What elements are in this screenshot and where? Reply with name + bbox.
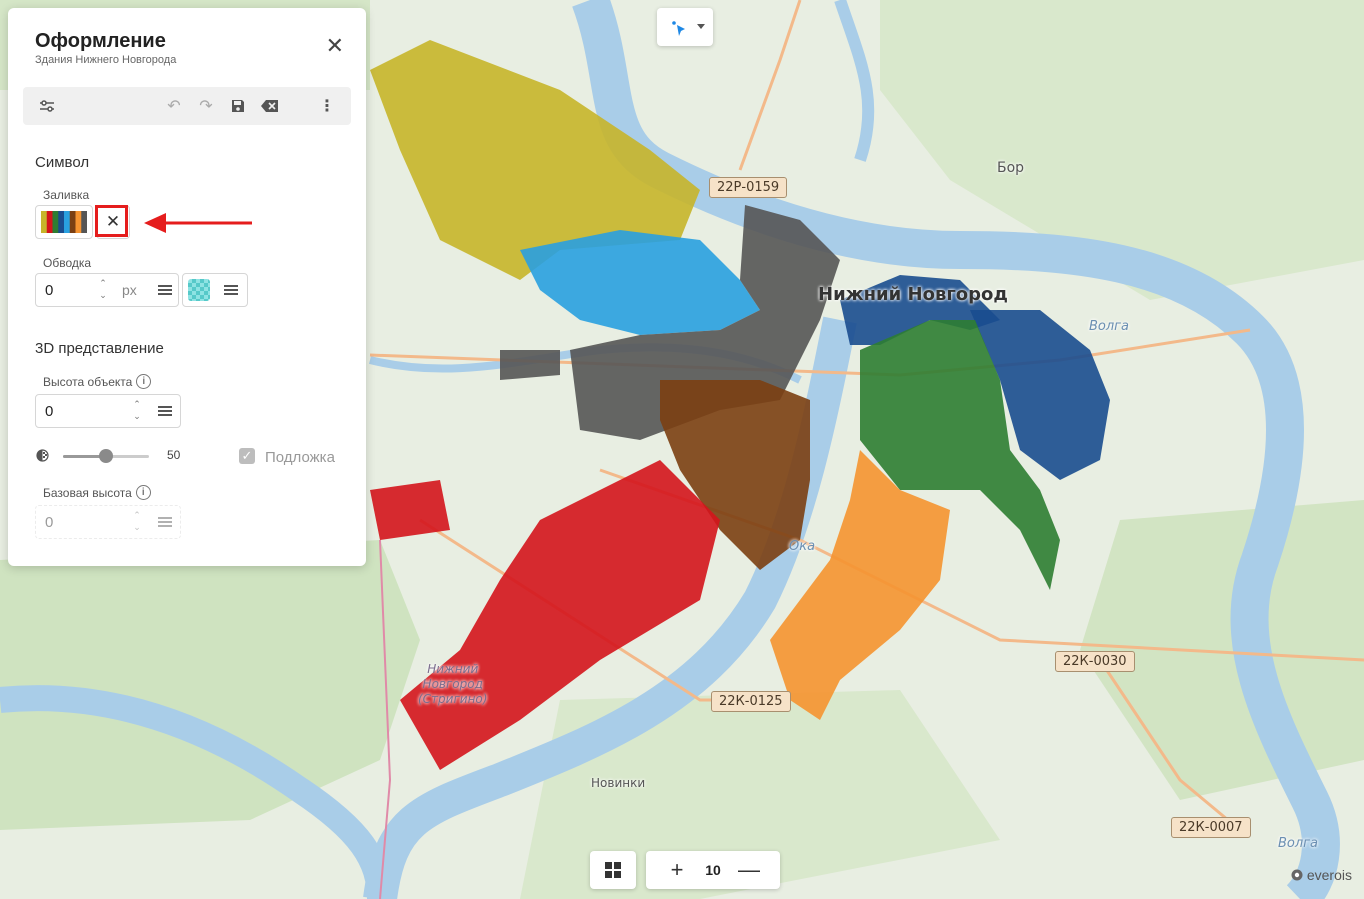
map-label-oka: Ока [789, 539, 816, 554]
list-icon[interactable] [224, 285, 238, 297]
grid-icon [605, 862, 621, 878]
road-shield: 22К-0007 [1171, 817, 1251, 838]
road-shield: 22К-0030 [1055, 651, 1135, 672]
road-shield: 22Р-0159 [709, 177, 788, 198]
selection-arrow-icon [672, 21, 705, 36]
base-height-label-text: Базовая высота [43, 485, 132, 500]
redo-icon[interactable]: ↷ [196, 96, 216, 116]
stroke-label: Обводка [43, 256, 92, 270]
brand-logo: everois [1291, 867, 1352, 883]
panel-subtitle: Здания Нижнего Новгорода [35, 54, 177, 66]
layers-grid-button[interactable] [590, 851, 636, 889]
palette-stripe [52, 211, 59, 233]
base-height-label: Базовая высота i [43, 485, 151, 500]
airport-line-3: (Стригино) [418, 692, 488, 706]
palette-stripe [41, 211, 48, 233]
stepper-icon[interactable]: ⌃ ⌄ [98, 277, 108, 301]
map-label-city: Нижний Новгород [818, 284, 1008, 305]
panel-title: Оформление [35, 30, 166, 52]
stroke-unit: px [122, 282, 137, 298]
palette-stripe [75, 211, 82, 233]
opacity-value: 50 [167, 448, 181, 462]
airport-line-1: Нижний [427, 662, 479, 676]
save-icon[interactable] [228, 96, 248, 116]
brand-icon [1291, 869, 1303, 881]
opacity-icon [36, 449, 49, 467]
list-icon[interactable] [158, 406, 172, 418]
palette-icon [41, 211, 87, 233]
3d-section-title: 3D представление [35, 340, 164, 357]
map-label-volga: Волга [1089, 319, 1129, 334]
zoom-out-icon[interactable]: — [727, 857, 771, 883]
info-icon[interactable]: i [135, 485, 151, 500]
more-vertical-icon[interactable]: ⋮ [317, 96, 337, 116]
info-icon[interactable]: i [136, 374, 152, 389]
style-panel: Оформление Здания Нижнего Новгорода ✕ ↶ … [8, 8, 366, 566]
palette-stripe [64, 211, 71, 233]
stepper-icon[interactable]: ⌃ ⌄ [132, 509, 142, 533]
opacity-slider[interactable] [63, 449, 149, 463]
panel-toolbar: ↶ ↷ ⋮ [23, 87, 351, 125]
stepper-icon[interactable]: ⌃ ⌄ [132, 398, 142, 422]
clear-icon[interactable] [260, 96, 280, 116]
palette-stripe [81, 211, 87, 233]
base-height-input[interactable]: 0 ⌃ ⌄ [35, 505, 181, 539]
airport-line-2: Новгород [422, 677, 483, 691]
backing-checkbox[interactable]: ✓ [239, 448, 255, 464]
undo-icon[interactable]: ↶ [164, 96, 184, 116]
fill-label: Заливка [43, 188, 90, 202]
palette-stripe [69, 211, 76, 233]
list-icon[interactable] [158, 517, 172, 529]
palette-stripe [46, 211, 53, 233]
annotation-highlight-box [95, 205, 128, 237]
road-shield: 22К-0125 [711, 691, 791, 712]
zoom-control: + 10 — [646, 851, 780, 889]
stroke-width-input[interactable]: 0 ⌃ ⌄ px [35, 273, 179, 307]
map-label-novinki: Новинки [591, 776, 646, 790]
palette-stripe [58, 211, 65, 233]
object-height-value: 0 [45, 403, 54, 420]
fill-palette-swatch[interactable] [35, 205, 93, 239]
stroke-color-input[interactable] [182, 273, 248, 307]
base-height-value: 0 [45, 514, 54, 531]
list-icon[interactable] [158, 285, 172, 297]
chevron-down-icon [697, 24, 705, 29]
selection-tool-button[interactable] [657, 8, 713, 46]
close-icon[interactable]: ✕ [326, 35, 344, 57]
backing-label: Подложка [265, 449, 335, 466]
height-label: Высота объекта i [43, 374, 152, 389]
brand-name: everois [1306, 867, 1352, 883]
map-label-bor: Бор [997, 160, 1025, 176]
symbol-section-title: Символ [35, 154, 90, 171]
height-label-text: Высота объекта [43, 374, 133, 389]
settings-sliders-icon[interactable] [37, 96, 57, 116]
stroke-width-value: 0 [45, 282, 54, 299]
zoom-level: 10 [705, 862, 721, 878]
map-label-volga-2: Волга [1278, 836, 1318, 851]
stroke-color-swatch [188, 279, 210, 301]
annotation-arrow-icon [144, 213, 252, 233]
opacity-slider-thumb[interactable] [99, 449, 113, 463]
object-height-input[interactable]: 0 ⌃ ⌄ [35, 394, 181, 428]
map-label-airport: Нижний Новгород (Стригино) [418, 662, 487, 707]
zoom-in-icon[interactable]: + [655, 857, 699, 883]
